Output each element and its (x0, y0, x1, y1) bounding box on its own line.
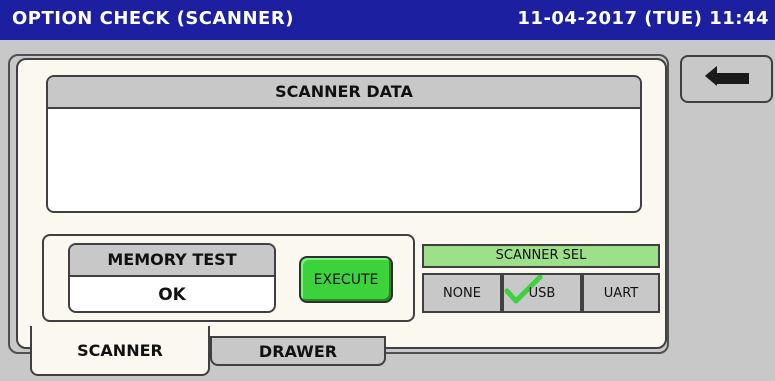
screen-title: OPTION CHECK (SCANNER) (12, 8, 294, 29)
scanner-sel-uart-label: UART (603, 285, 639, 301)
tab-scanner[interactable]: SCANNER (30, 326, 210, 376)
title-bar: OPTION CHECK (SCANNER) 11-04-2017 (TUE) … (0, 0, 775, 40)
scanner-sel-none-label: NONE (443, 285, 481, 301)
memory-test-result: OK (158, 285, 186, 305)
scanner-data-panel: SCANNER DATA (46, 75, 642, 213)
scanner-sel-none-button[interactable]: NONE (422, 273, 502, 313)
back-button[interactable] (680, 55, 773, 103)
memory-test-label: MEMORY TEST (70, 245, 274, 277)
memory-test-display: MEMORY TEST OK (68, 243, 276, 313)
scanner-data-content (48, 109, 640, 121)
date-time: 11-04-2017 (TUE) 11:44 (517, 8, 769, 29)
scanner-sel-usb-label: USB (528, 285, 556, 301)
back-arrow-icon (704, 66, 749, 86)
scanner-sel-usb-button[interactable]: USB (502, 273, 582, 313)
scanner-sel-header: SCANNER SEL (422, 244, 660, 268)
execute-button[interactable]: EXECUTE (299, 256, 393, 303)
tab-drawer[interactable]: DRAWER (210, 336, 386, 366)
scanner-data-header: SCANNER DATA (48, 77, 640, 109)
scanner-sel-uart-button[interactable]: UART (582, 273, 660, 313)
